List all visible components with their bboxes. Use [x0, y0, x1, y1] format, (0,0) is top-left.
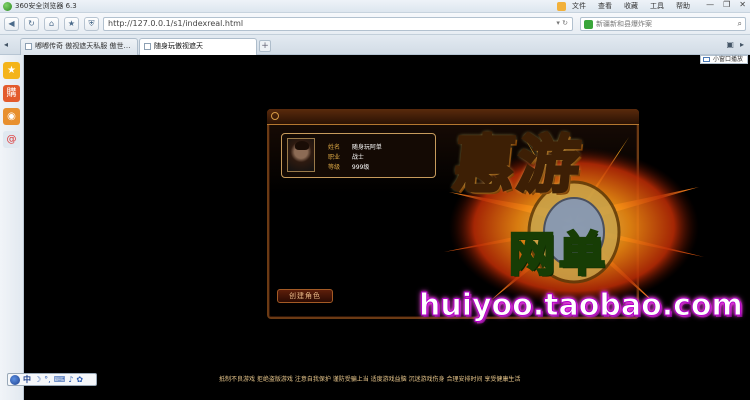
- shopping-icon[interactable]: 購: [3, 85, 20, 102]
- mini-window-play-button[interactable]: 小窗口播放: [699, 55, 748, 64]
- punctuation-icon[interactable]: °,: [44, 375, 51, 384]
- url-dropdown-icon[interactable]: ▾ ↻: [556, 19, 568, 27]
- info-name-row: 姓名 随身玩阿单: [328, 142, 382, 151]
- watermark-title: 惠游: [448, 127, 587, 203]
- keyboard-icon[interactable]: ⌨: [54, 375, 66, 384]
- maximize-button[interactable]: ❐: [723, 0, 730, 9]
- microphone-icon[interactable]: ♪: [68, 375, 73, 384]
- character-card[interactable]: 姓名 随身玩阿单 职业 战士 等级 999级: [281, 133, 436, 178]
- home-button[interactable]: ⌂: [44, 17, 59, 31]
- tab-active-game[interactable]: 随身玩傲视遮天: [139, 38, 257, 55]
- class-label: 职业: [328, 154, 341, 161]
- user-avatar-icon[interactable]: [557, 2, 566, 11]
- page-icon: [144, 43, 151, 50]
- address-toolbar: ◀ ↻ ⌂ ★ ⛨ http://127.0.0.1/s1/indexreal.…: [0, 13, 750, 35]
- window-title: 360安全浏览器 6.3: [15, 2, 77, 10]
- tab-sidebar-toggle[interactable]: ◂: [4, 40, 8, 49]
- search-placeholder: 新疆新和县爆炸案: [596, 20, 652, 28]
- class-value: 战士: [351, 154, 364, 161]
- ime-toolbar[interactable]: 中 ☽ °, ⌨ ♪ ✿: [7, 373, 97, 386]
- name-value: 随身玩阿单: [351, 144, 382, 151]
- name-label: 姓名: [328, 144, 341, 151]
- tab-label: 随身玩傲视遮天: [154, 42, 203, 50]
- shield-icon: ⛨: [88, 19, 95, 28]
- mini-play-label: 小窗口播放: [712, 56, 743, 63]
- info-level-row: 等级 999级: [328, 162, 369, 171]
- browser-sidebar: ★ 購 ◉ @: [0, 55, 24, 400]
- url-text: http://127.0.0.1/s1/indexreal.html: [108, 19, 244, 28]
- page-icon: [25, 43, 32, 50]
- watermark-logo: 惠游 网单 huiyoo.taobao.com: [419, 112, 744, 347]
- favorite-button[interactable]: ★: [64, 17, 79, 31]
- menu-view[interactable]: 查看: [598, 1, 612, 11]
- tab-menu-icon[interactable]: ▸: [740, 40, 744, 49]
- level-label: 等级: [328, 164, 341, 171]
- new-tab-button[interactable]: +: [259, 40, 271, 52]
- close-window-button[interactable]: ✕: [739, 0, 746, 9]
- info-class-row: 职业 战士: [328, 152, 364, 161]
- search-engine-icon[interactable]: [584, 20, 593, 29]
- home-icon: ⌂: [48, 19, 55, 28]
- back-button[interactable]: ◀: [4, 17, 19, 31]
- ime-logo-icon[interactable]: [10, 374, 20, 385]
- health-notice: 抵制不良游戏 拒绝盗版游戏 注意自我保护 谨防受骗上当 适度游戏益脑 沉迷游戏伤…: [219, 376, 521, 383]
- settings-icon[interactable]: ✿: [76, 375, 83, 384]
- refresh-button[interactable]: ↻: [24, 17, 39, 31]
- video-subbar: 小窗口播放: [24, 55, 750, 64]
- menu-file[interactable]: 文件: [572, 1, 586, 11]
- tab-tools: ▣ ▸: [726, 40, 744, 49]
- ime-mode[interactable]: 中: [23, 374, 31, 385]
- menu-favorites[interactable]: 收藏: [624, 1, 638, 11]
- refresh-icon: ↻: [28, 19, 35, 28]
- watermark-url: huiyoo.taobao.com: [419, 288, 744, 324]
- menu-bar: 文件 查看 收藏 工具 帮助: [572, 1, 690, 11]
- menu-tools[interactable]: 工具: [650, 1, 664, 11]
- create-character-button[interactable]: 创建角色: [277, 289, 333, 303]
- page-content: 姓名 随身玩阿单 职业 战士 等级 999级 创建角色 惠游 网单 huiyoo…: [24, 64, 750, 400]
- star-icon: ★: [67, 19, 76, 28]
- level-value: 999级: [351, 164, 370, 171]
- search-icon[interactable]: ⌕: [738, 19, 742, 29]
- window-controls: — ❐ ✕: [706, 0, 746, 9]
- menu-help[interactable]: 帮助: [676, 1, 690, 11]
- security-shield-button[interactable]: ⛨: [84, 17, 99, 31]
- email-icon[interactable]: @: [3, 131, 20, 148]
- favorites-star-icon[interactable]: ★: [3, 62, 20, 79]
- watermark-subtitle: 网单: [508, 226, 609, 283]
- weibo-icon[interactable]: ◉: [3, 108, 20, 125]
- ornament-icon: [271, 112, 279, 120]
- character-portrait: [287, 138, 315, 172]
- back-arrow-icon: ◀: [8, 19, 15, 28]
- tab-bar: ◂ 嘟嘟传奇 傲视遮天私服 傲世… 随身玩傲视遮天 + ▣ ▸: [0, 35, 750, 55]
- tab-list-icon[interactable]: ▣: [726, 40, 734, 49]
- moon-icon[interactable]: ☽: [34, 375, 41, 384]
- title-bar: 360安全浏览器 6.3 文件 查看 收藏 工具 帮助 — ❐ ✕: [0, 0, 750, 13]
- tab-label: 嘟嘟传奇 傲视遮天私服 傲世…: [35, 42, 131, 50]
- browser-logo-icon: [3, 2, 12, 11]
- url-input[interactable]: http://127.0.0.1/s1/indexreal.html ▾ ↻: [103, 17, 573, 31]
- mini-window-icon: [702, 57, 710, 62]
- tab-game-site[interactable]: 嘟嘟传奇 傲视遮天私服 傲世…: [20, 38, 138, 55]
- search-input[interactable]: 新疆新和县爆炸案 ⌕: [580, 17, 746, 31]
- minimize-button[interactable]: —: [706, 0, 714, 9]
